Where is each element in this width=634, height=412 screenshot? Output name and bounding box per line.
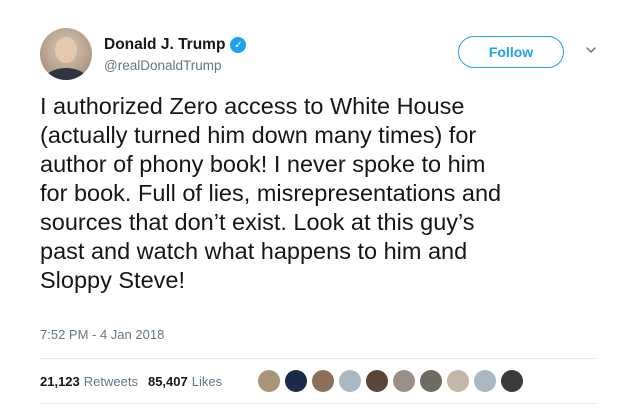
tweet-text-line: I authorized Zero access to White House (40, 93, 465, 119)
profile-avatar[interactable] (40, 28, 92, 80)
author-name[interactable]: Donald J. Trump (104, 36, 225, 54)
chevron-down-icon[interactable] (585, 44, 597, 56)
tweet-text: I authorized Zero access to White House … (40, 92, 610, 295)
likes-count: 85,407 (147, 374, 188, 389)
liker-avatar[interactable] (285, 370, 307, 392)
likes-label: Likes (191, 374, 223, 389)
divider (40, 403, 598, 404)
liker-avatar[interactable] (501, 370, 523, 392)
liker-avatars (258, 370, 528, 392)
tweet-text-line: sources that don’t exist. Look at this g… (40, 209, 475, 235)
retweets-count: 21,123 (40, 374, 80, 389)
tweet-text-line: author of phony book! I never spoke to h… (40, 151, 486, 177)
liker-avatar[interactable] (339, 370, 361, 392)
retweets-label: Retweets (83, 374, 138, 389)
tweet-text-line: for book. Full of lies, misrepresentatio… (40, 180, 502, 206)
verified-check-icon: ✓ (230, 37, 247, 53)
likes-stat[interactable]: 85,407 Likes (148, 374, 222, 389)
liker-avatar[interactable] (420, 370, 442, 392)
divider (40, 358, 598, 359)
retweets-stat[interactable]: 21,123 Retweets (40, 374, 138, 389)
liker-avatar[interactable] (366, 370, 388, 392)
tweet-card: Donald J. Trump ✓ @realDonaldTrump Follo… (0, 0, 634, 412)
tweet-text-line: (actually turned him down many times) fo… (40, 122, 477, 148)
liker-avatar[interactable] (258, 370, 280, 392)
tweet-timestamp[interactable]: 7:52 PM - 4 Jan 2018 (40, 327, 164, 342)
liker-avatar[interactable] (393, 370, 415, 392)
tweet-stats: 21,123 Retweets 85,407 Likes (40, 374, 232, 389)
follow-button[interactable]: Follow (458, 36, 564, 68)
liker-avatar[interactable] (312, 370, 334, 392)
liker-avatar[interactable] (447, 370, 469, 392)
author-name-row: Donald J. Trump ✓ (104, 36, 247, 54)
tweet-text-line: past and watch what happens to him and (40, 238, 468, 264)
liker-avatar[interactable] (474, 370, 496, 392)
author-handle[interactable]: @realDonaldTrump (104, 58, 222, 73)
tweet-text-line: Sloppy Steve! (40, 267, 186, 293)
